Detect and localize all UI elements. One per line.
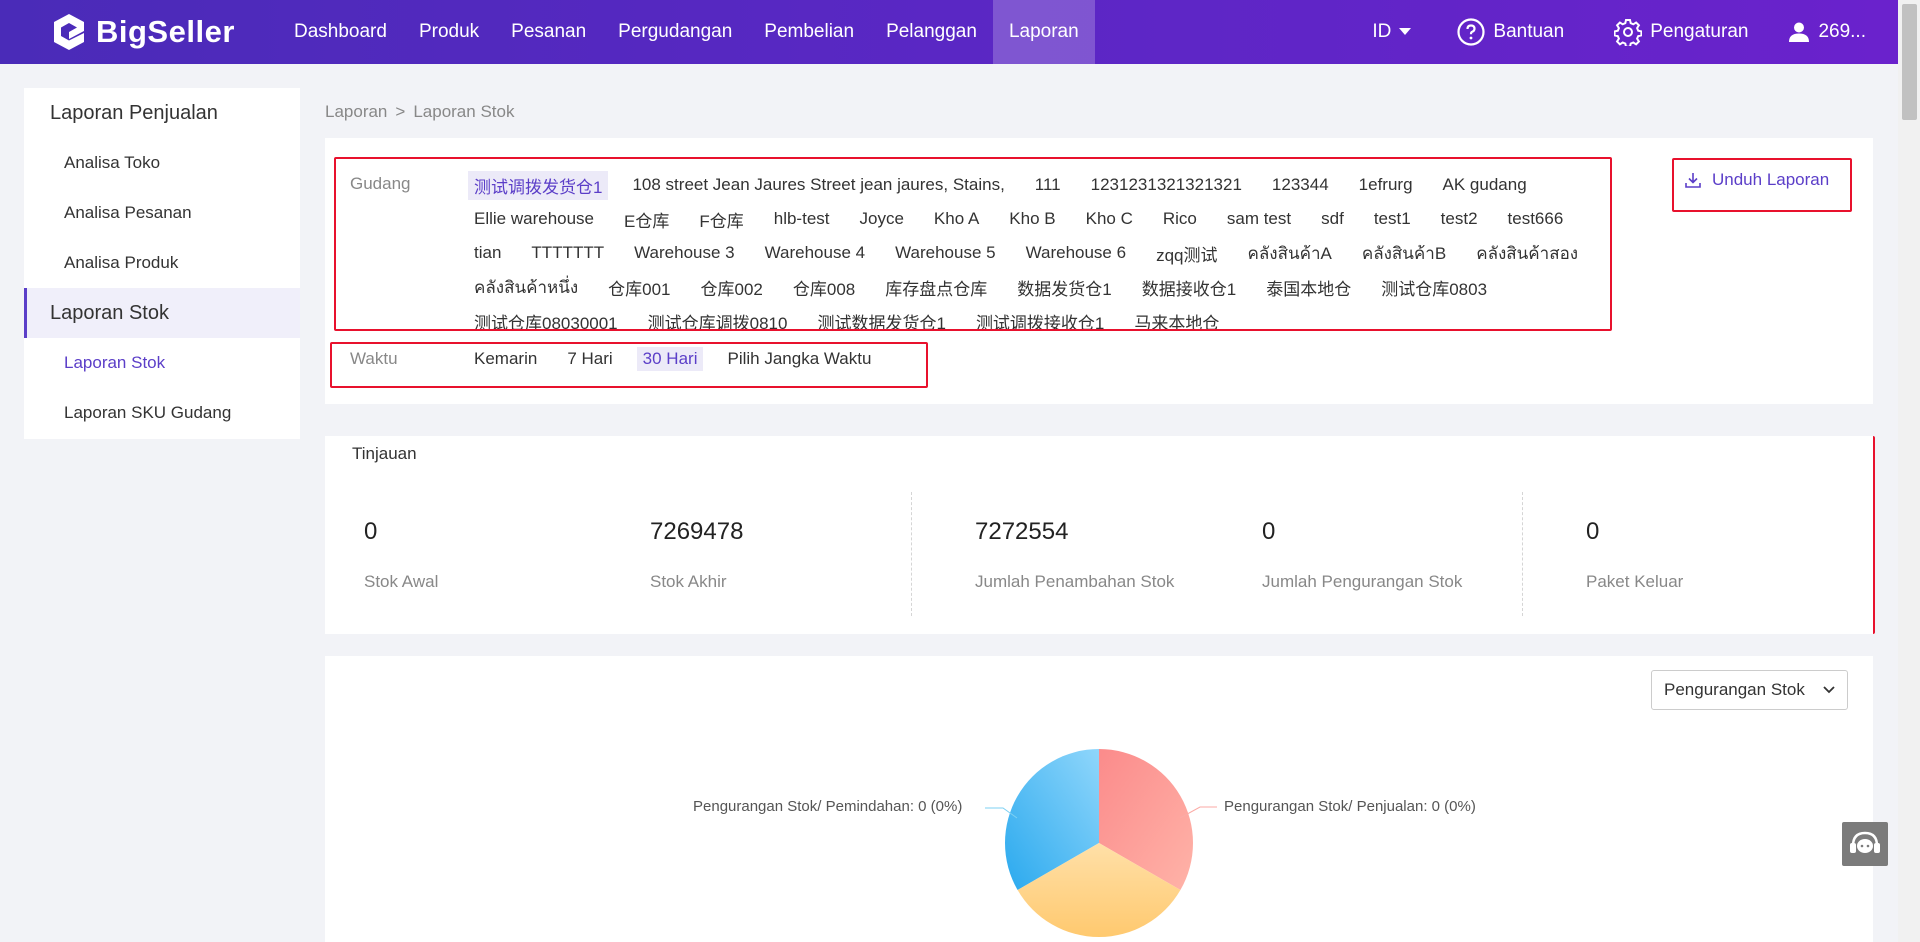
stat-value: 7272554 bbox=[975, 518, 1069, 545]
logo-text: BigSeller bbox=[96, 14, 235, 49]
logo[interactable]: BigSeller bbox=[50, 12, 235, 52]
breadcrumb-parent[interactable]: Laporan bbox=[325, 102, 387, 121]
annotation-box-time bbox=[330, 342, 928, 388]
user-menu[interactable]: 269... bbox=[1788, 21, 1866, 43]
main-nav: Dashboard Produk Pesanan Pergudangan Pem… bbox=[278, 0, 1095, 64]
stat-value: 7269478 bbox=[650, 518, 744, 545]
settings-button[interactable]: Pengaturan bbox=[1614, 18, 1748, 46]
stat-label: Stok Akhir bbox=[650, 572, 727, 591]
user-icon bbox=[1789, 22, 1810, 42]
page-scrollbar[interactable] bbox=[1898, 0, 1920, 942]
headset-chat-icon bbox=[1850, 831, 1880, 853]
sidebar-item-laporan-stok[interactable]: Laporan Stok bbox=[24, 338, 300, 388]
caret-down-icon bbox=[1399, 28, 1412, 35]
pie-label-pemindahan: Pengurangan Stok/ Pemindahan: 0 (0%) bbox=[693, 798, 963, 815]
nav-pergudangan[interactable]: Pergudangan bbox=[602, 0, 748, 64]
stat-divider bbox=[1522, 492, 1523, 616]
pie-chart bbox=[985, 749, 1217, 937]
sidebar-item-analisa-produk[interactable]: Analisa Produk bbox=[24, 238, 300, 288]
stat-value: 0 bbox=[1262, 518, 1276, 545]
customer-support-button[interactable] bbox=[1842, 822, 1888, 866]
language-switch[interactable]: ID bbox=[1372, 21, 1412, 43]
top-navbar: BigSeller Dashboard Produk Pesanan Pergu… bbox=[0, 0, 1898, 64]
stat-pengurangan-stok: 0 Jumlah Pengurangan Stok bbox=[1262, 518, 1462, 592]
stat-stok-awal: 0 Stok Awal bbox=[364, 518, 438, 592]
breadcrumb-current: Laporan Stok bbox=[413, 102, 515, 121]
help-circle-icon bbox=[1457, 18, 1486, 46]
stat-value: 0 bbox=[364, 518, 378, 545]
annotation-box-warehouse bbox=[334, 157, 1612, 331]
sidebar: Laporan Penjualan Analisa Toko Analisa P… bbox=[24, 88, 300, 439]
stat-label: Stok Awal bbox=[364, 572, 439, 591]
pie-slices bbox=[1005, 749, 1193, 937]
stat-label: Paket Keluar bbox=[1586, 572, 1684, 591]
stat-value: 0 bbox=[1586, 518, 1600, 545]
bigseller-logo-icon bbox=[54, 14, 84, 50]
pie-label-penjualan: Pengurangan Stok/ Penjualan: 0 (0%) bbox=[1224, 798, 1476, 815]
nav-right: ID Bantuan Pengaturan 269... bbox=[1372, 0, 1898, 64]
overview-title: Tinjauan bbox=[352, 444, 417, 463]
nav-dashboard[interactable]: Dashboard bbox=[278, 0, 403, 64]
gear-icon bbox=[1614, 19, 1643, 46]
stat-label: Jumlah Pengurangan Stok bbox=[1262, 572, 1463, 591]
user-name: 269... bbox=[1818, 21, 1866, 42]
nav-pelanggan[interactable]: Pelanggan bbox=[870, 0, 993, 64]
annotation-box-download bbox=[1672, 158, 1852, 212]
stat-label: Jumlah Penambahan Stok bbox=[975, 572, 1175, 591]
language-label: ID bbox=[1372, 21, 1392, 42]
help-label: Bantuan bbox=[1493, 21, 1565, 42]
nav-produk[interactable]: Produk bbox=[403, 0, 495, 64]
breadcrumb: Laporan > Laporan Stok bbox=[325, 102, 514, 122]
stat-divider bbox=[911, 492, 912, 616]
sidebar-item-analisa-pesanan[interactable]: Analisa Pesanan bbox=[24, 188, 300, 238]
nav-laporan[interactable]: Laporan bbox=[992, 0, 1095, 64]
breadcrumb-separator: > bbox=[395, 102, 406, 121]
sidebar-item-laporan-sku-gudang[interactable]: Laporan SKU Gudang bbox=[24, 388, 300, 438]
stat-paket-keluar: 0 Paket Keluar bbox=[1586, 518, 1683, 592]
sidebar-group-laporan-stok[interactable]: Laporan Stok bbox=[24, 288, 300, 338]
nav-pesanan[interactable]: Pesanan bbox=[495, 0, 602, 64]
scrollbar-thumb[interactable] bbox=[1902, 4, 1917, 120]
stat-stok-akhir: 7269478 Stok Akhir bbox=[650, 518, 743, 592]
help-button[interactable]: Bantuan bbox=[1457, 18, 1564, 46]
sidebar-group-laporan-penjualan[interactable]: Laporan Penjualan bbox=[24, 88, 300, 138]
nav-pembelian[interactable]: Pembelian bbox=[748, 0, 870, 64]
stat-penambahan-stok: 7272554 Jumlah Penambahan Stok bbox=[975, 518, 1174, 592]
sidebar-item-analisa-toko[interactable]: Analisa Toko bbox=[24, 138, 300, 188]
settings-label: Pengaturan bbox=[1650, 21, 1749, 42]
